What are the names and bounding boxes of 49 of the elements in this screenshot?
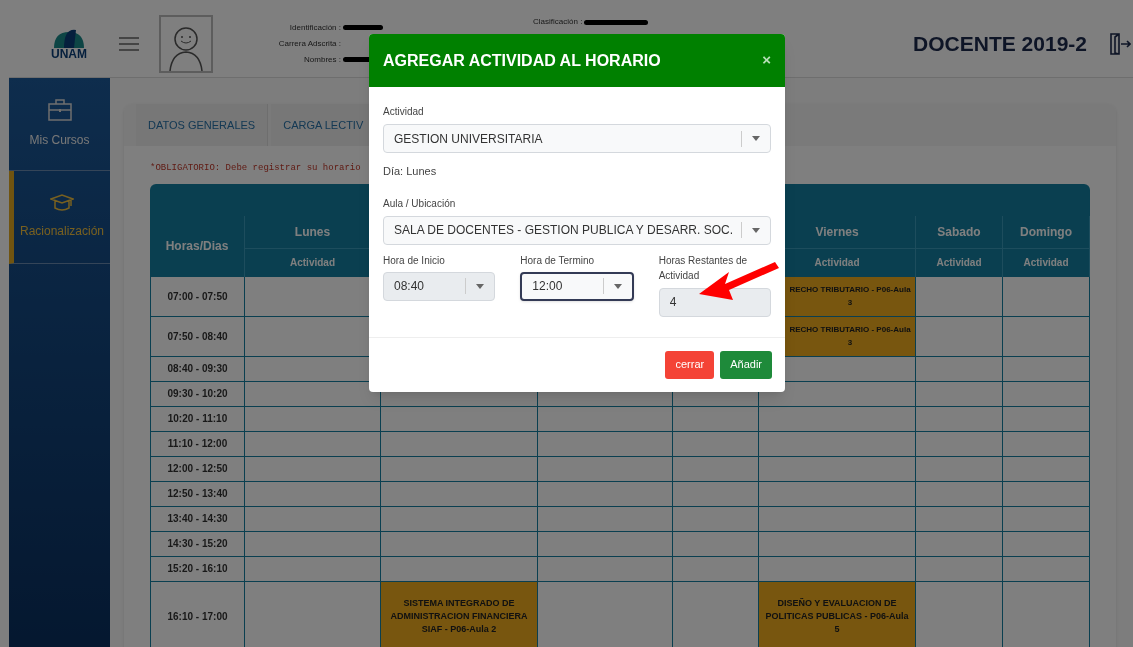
day-header: Domingo	[1020, 223, 1072, 241]
field-label: Actividad	[383, 105, 425, 119]
close-modal-button[interactable]: cerrar	[665, 350, 715, 379]
field-label: Carrera Adscrita :	[278, 37, 341, 50]
sub-header: Actividad	[1023, 256, 1069, 270]
input-field[interactable]: 4	[658, 287, 771, 317]
day-text: Día: Lunes	[383, 164, 438, 179]
select-field[interactable]: GESTION UNIVERSITARIA	[383, 124, 771, 153]
add-button[interactable]: Añadir	[720, 350, 772, 379]
briefcase-icon	[47, 99, 72, 121]
activity-cell[interactable]: SISTEMA INTEGRADO DE ADMINISTRACION FINANCIERA SIAF - P06-Aula 2	[381, 581, 538, 647]
day-header: Sabado	[937, 223, 981, 241]
field-label: Identificación :	[289, 21, 341, 34]
modal-title: AGREGAR ACTIVIDAD AL HORARIO	[383, 50, 662, 71]
select-value: SALA DE DOCENTES - GESTION PUBLICA Y DESARR. SOC.	[394, 222, 734, 239]
logo-text: UNAM	[51, 47, 87, 60]
logout-icon[interactable]	[1109, 31, 1131, 56]
sidebar-label: Mis Cursos	[29, 132, 90, 149]
sub-header: Actividad	[290, 256, 335, 270]
caret-icon	[752, 227, 760, 233]
select-value: 08:40	[394, 278, 426, 295]
select-value: GESTION UNIVERSITARIA	[394, 130, 544, 148]
column-header: Horas/Dias	[150, 215, 245, 277]
day-header: Viernes	[815, 223, 859, 241]
day-header: Lunes	[294, 223, 331, 241]
close-button[interactable]: ×	[762, 49, 771, 72]
graduation-cap-icon	[50, 194, 74, 212]
field-label: Horas Restantes de Actividad	[658, 253, 749, 283]
field-label: Nombres :	[304, 53, 341, 66]
field-label: Clasificación :	[533, 16, 583, 28]
redaction-bar	[584, 19, 649, 25]
notice-text: *OBLIGATORIO: Debe registrar su horario	[150, 162, 361, 175]
select-field[interactable]: 12:00	[520, 271, 634, 301]
field-label: Aula / Ubicación	[383, 196, 457, 211]
logo-icon	[52, 27, 86, 48]
redaction-bar	[343, 25, 383, 30]
sub-header: Actividad	[936, 256, 982, 270]
caret-icon	[476, 283, 485, 289]
caret-icon	[613, 283, 622, 289]
select-value: 12:00	[532, 278, 564, 295]
caret-icon	[752, 136, 760, 141]
field-label: Hora de Inicio	[383, 253, 446, 268]
menu-icon[interactable]	[119, 36, 139, 51]
activity-cell[interactable]: DISEÑO Y EVALUACION DE POLITICAS PUBLICAS - P06-Aula 5	[759, 581, 916, 647]
sub-header: Actividad	[814, 256, 860, 270]
sidebar-label: Racionalización	[19, 223, 104, 240]
field-label: Hora de Termino	[520, 253, 596, 268]
select-field[interactable]: SALA DE DOCENTES - GESTION PUBLICA Y DESARR. SOC.	[383, 215, 771, 245]
role-title: DOCENTE 2019-2	[913, 30, 1087, 57]
